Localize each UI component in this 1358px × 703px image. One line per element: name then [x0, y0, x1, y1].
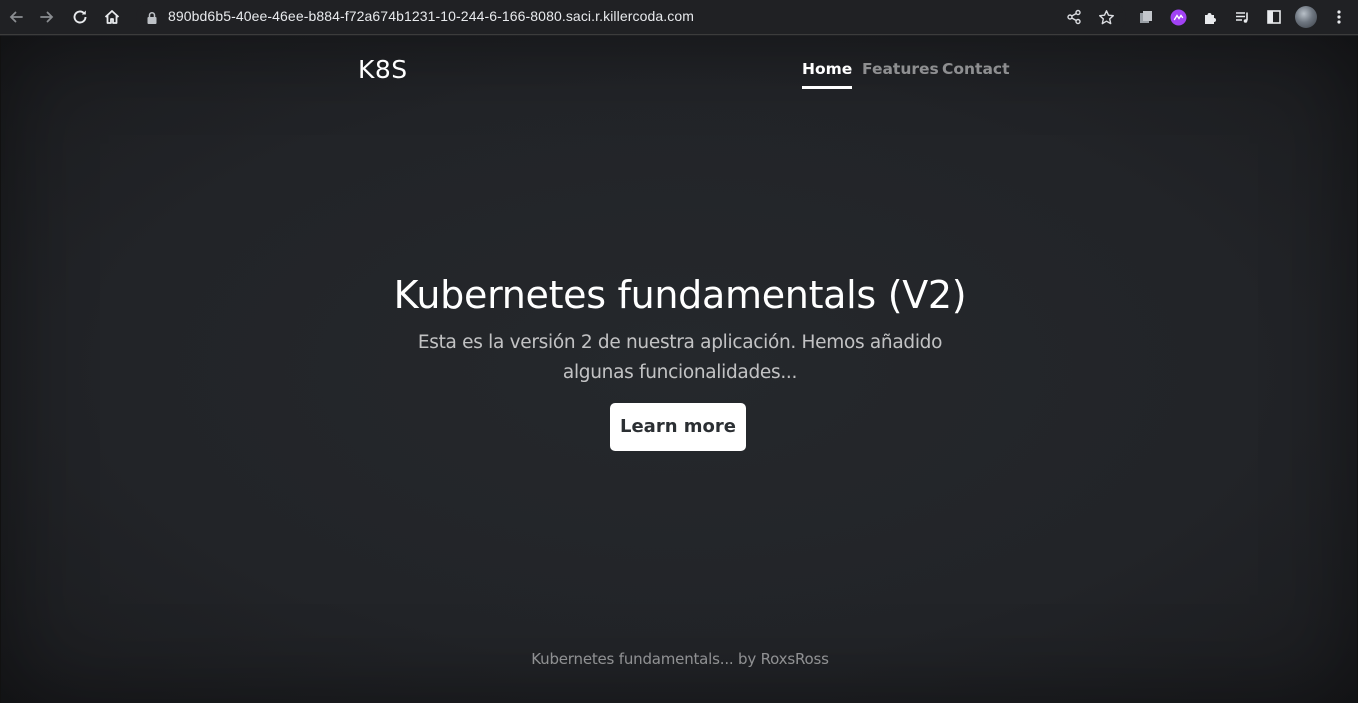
browser-toolbar: 890bd6b5-40ee-46ee-b884-f72a674b1231-10-…	[0, 0, 1358, 35]
learn-more-button[interactable]: Learn more	[610, 403, 746, 451]
hero-title: Kubernetes fundamentals (V2)	[393, 273, 967, 317]
address-bar[interactable]: 890bd6b5-40ee-46ee-b884-f72a674b1231-10-…	[136, 3, 1126, 31]
star-icon[interactable]	[1094, 5, 1118, 29]
url-text[interactable]: 890bd6b5-40ee-46ee-b884-f72a674b1231-10-…	[168, 8, 694, 24]
nav-home[interactable]: Home	[802, 60, 853, 89]
lock-icon[interactable]	[146, 10, 158, 29]
home-icon[interactable]	[100, 5, 124, 29]
puzzle-icon[interactable]	[1199, 6, 1221, 28]
extension-purple-icon[interactable]	[1167, 6, 1189, 28]
reload-icon[interactable]	[68, 5, 92, 29]
hero-lead: Esta es la versión 2 de nuestra aplicaci…	[417, 332, 943, 383]
footer-text: Kubernetes fundamentals... by RoxsRoss	[531, 650, 829, 668]
extension-copy-icon[interactable]	[1135, 6, 1157, 28]
page-content: K8S Home Features Contact Kubernetes fun…	[0, 36, 1358, 703]
media-icon[interactable]	[1231, 6, 1253, 28]
side-panel-icon[interactable]	[1263, 6, 1285, 28]
nav-features[interactable]: Features	[862, 60, 939, 78]
menu-icon[interactable]	[1328, 6, 1350, 28]
avatar[interactable]	[1295, 6, 1317, 28]
back-icon[interactable]	[4, 5, 28, 29]
share-icon[interactable]	[1062, 5, 1086, 29]
nav-contact[interactable]: Contact	[942, 60, 1010, 78]
brand-logo[interactable]: K8S	[358, 55, 408, 84]
forward-icon[interactable]	[35, 5, 59, 29]
